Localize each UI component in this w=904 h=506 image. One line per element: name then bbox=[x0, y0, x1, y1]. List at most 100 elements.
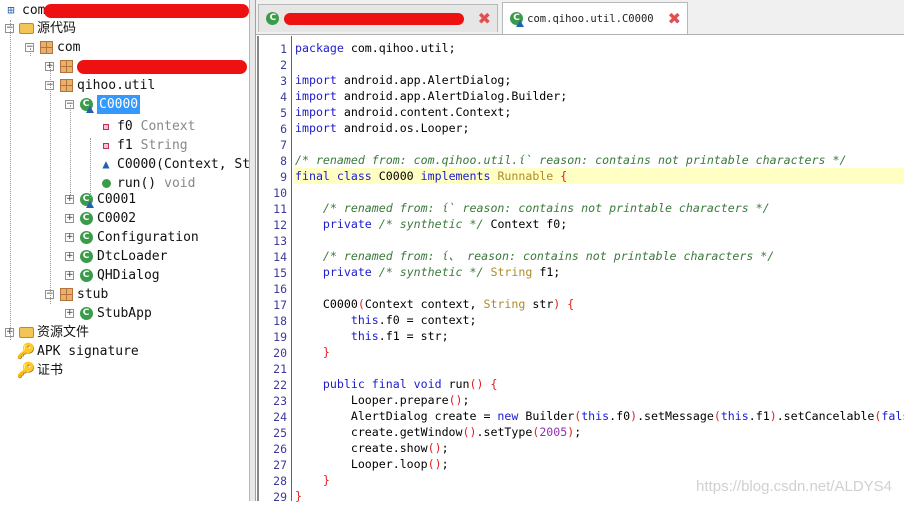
close-tab-icon[interactable]: ✖ bbox=[668, 9, 681, 28]
tree-item[interactable]: + bbox=[45, 57, 247, 76]
line-number: 25 bbox=[273, 426, 287, 440]
tree-item[interactable]: − qihoo.util bbox=[45, 76, 155, 95]
code-line: final class C0000 implements Runnable { bbox=[295, 168, 567, 184]
constructor-icon: ▲ bbox=[102, 157, 110, 171]
code-token: new bbox=[497, 409, 519, 423]
tree-item[interactable]: − com bbox=[25, 38, 80, 57]
tab-redacted[interactable]: C ✖ bbox=[258, 4, 498, 32]
code-token: /* synthetic */ bbox=[371, 265, 484, 279]
line-number: 19 bbox=[273, 330, 287, 344]
code-token: C0000 bbox=[371, 169, 421, 183]
line-number: 13 bbox=[273, 234, 287, 248]
code-line: C0000(Context context, String str) { bbox=[295, 296, 574, 312]
field-icon bbox=[98, 119, 114, 135]
tree-root-label: com bbox=[22, 3, 46, 18]
code-token: /* renamed from: ί、 reason: contains not… bbox=[322, 249, 775, 263]
tree-connector bbox=[90, 138, 91, 198]
tree-item-label: 源代码 bbox=[37, 21, 77, 36]
code-line: /* renamed from: ί` reason: contains not… bbox=[295, 200, 770, 216]
expand-icon[interactable]: + bbox=[65, 233, 74, 242]
close-tab-icon[interactable]: ✖ bbox=[478, 9, 491, 28]
tree-item[interactable]: ▲ C0000(Context, String) bbox=[98, 155, 249, 174]
tree-item-label: qihoo.util bbox=[77, 78, 156, 93]
tab-c0000[interactable]: C com.qihoo.util.C0000 ✖ bbox=[502, 2, 688, 34]
expand-icon[interactable]: + bbox=[65, 271, 74, 280]
code-token: this bbox=[350, 313, 379, 327]
code-token: } bbox=[322, 473, 330, 487]
code-token: AlertDialog create = bbox=[295, 409, 498, 423]
code-token: .f1 bbox=[748, 409, 770, 423]
tree-item[interactable]: 🔑 证书 bbox=[17, 361, 63, 380]
class-icon: C bbox=[78, 306, 94, 322]
code-token: this bbox=[581, 409, 610, 423]
editor-tabs: C ✖ C com.qihoo.util.C0000 ✖ bbox=[256, 0, 904, 35]
code-editor[interactable]: 1 2 3 4 5 6 7 8 9 10 11 12 13 14 15 16 17 18 19 20 21 22 23 24 2… bbox=[257, 36, 904, 504]
tree-item[interactable]: + C DtcLoader bbox=[65, 247, 167, 266]
panel-splitter[interactable] bbox=[250, 0, 256, 501]
project-tree[interactable]: ⊞ com − 源代码 − com + − qihoo.util − C C0000 f0 Conte… bbox=[0, 0, 250, 501]
resource-folder-icon bbox=[18, 325, 34, 341]
line-number: 16 bbox=[273, 282, 287, 296]
code-token: { bbox=[553, 169, 568, 183]
code-token: private bbox=[322, 217, 372, 231]
tree-connector bbox=[10, 20, 11, 340]
line-number: 29 bbox=[273, 490, 287, 504]
tree-item[interactable]: f0 Context bbox=[98, 117, 195, 136]
tree-item[interactable]: + C C0002 bbox=[65, 209, 136, 228]
code-token: package bbox=[295, 41, 351, 55]
tree-item-type: void bbox=[164, 176, 196, 191]
tree-item-type: String bbox=[140, 138, 188, 153]
tree-item[interactable]: − stub bbox=[45, 285, 108, 304]
code-token: .f0 bbox=[609, 409, 631, 423]
tree-item[interactable]: − 源代码 bbox=[5, 19, 76, 38]
tree-item-label: APK signature bbox=[37, 344, 139, 359]
tree-item[interactable]: + C C0001 bbox=[65, 190, 136, 209]
line-number: 7 bbox=[280, 138, 287, 152]
code-token: ) bbox=[769, 409, 777, 423]
line-number: 10 bbox=[273, 186, 287, 200]
expand-icon[interactable]: + bbox=[65, 252, 74, 261]
code-token: .setType bbox=[476, 425, 533, 439]
code-line: create.getWindow().setType(2005); bbox=[295, 424, 581, 440]
tree-item[interactable]: + 资源文件 bbox=[5, 323, 89, 342]
code-token: Runnable bbox=[490, 169, 554, 183]
tree-item[interactable]: + C Configuration bbox=[65, 228, 199, 247]
code-token: ( bbox=[357, 297, 365, 311]
expand-icon[interactable]: + bbox=[65, 309, 74, 318]
tree-item[interactable]: + C StubApp bbox=[65, 304, 152, 323]
tree-item[interactable]: 🔑 APK signature bbox=[16, 342, 139, 361]
tree-item[interactable]: + C QHDialog bbox=[65, 266, 160, 285]
class-icon: C bbox=[78, 268, 94, 284]
code-token: ) bbox=[630, 409, 638, 423]
expand-icon[interactable]: + bbox=[65, 195, 74, 204]
code-token: ; bbox=[441, 457, 449, 471]
code-token: str bbox=[525, 297, 554, 311]
line-number: 21 bbox=[273, 362, 287, 376]
tree-item-label: DtcLoader bbox=[97, 249, 168, 264]
tree-root[interactable]: ⊞ com bbox=[3, 1, 45, 20]
code-token: Looper.loop bbox=[295, 457, 428, 471]
code-token: () bbox=[469, 377, 484, 391]
tree-connector bbox=[30, 48, 31, 56]
expand-icon[interactable]: + bbox=[65, 214, 74, 223]
redaction-mark bbox=[44, 4, 249, 18]
code-token: public final void bbox=[322, 377, 442, 391]
package-icon bbox=[58, 287, 74, 303]
redaction-mark bbox=[77, 59, 247, 74]
code-line: } bbox=[295, 344, 330, 360]
line-number: 14 bbox=[273, 250, 287, 264]
tree-connector bbox=[70, 105, 71, 195]
code-line: AlertDialog create = new Builder(this.f0… bbox=[295, 408, 904, 424]
tree-item[interactable]: − C C0000 bbox=[65, 95, 141, 114]
code-line: Looper.prepare(); bbox=[295, 392, 470, 408]
code-token: ( bbox=[713, 409, 721, 423]
line-number: 12 bbox=[273, 218, 287, 232]
line-number: 15 bbox=[273, 266, 287, 280]
line-number: 18 bbox=[273, 314, 287, 328]
code-token: .f1 = str; bbox=[378, 329, 449, 343]
key-icon: 🔑 bbox=[16, 342, 36, 360]
code-token: String bbox=[483, 297, 526, 311]
tree-item[interactable]: f1 String bbox=[98, 136, 188, 155]
